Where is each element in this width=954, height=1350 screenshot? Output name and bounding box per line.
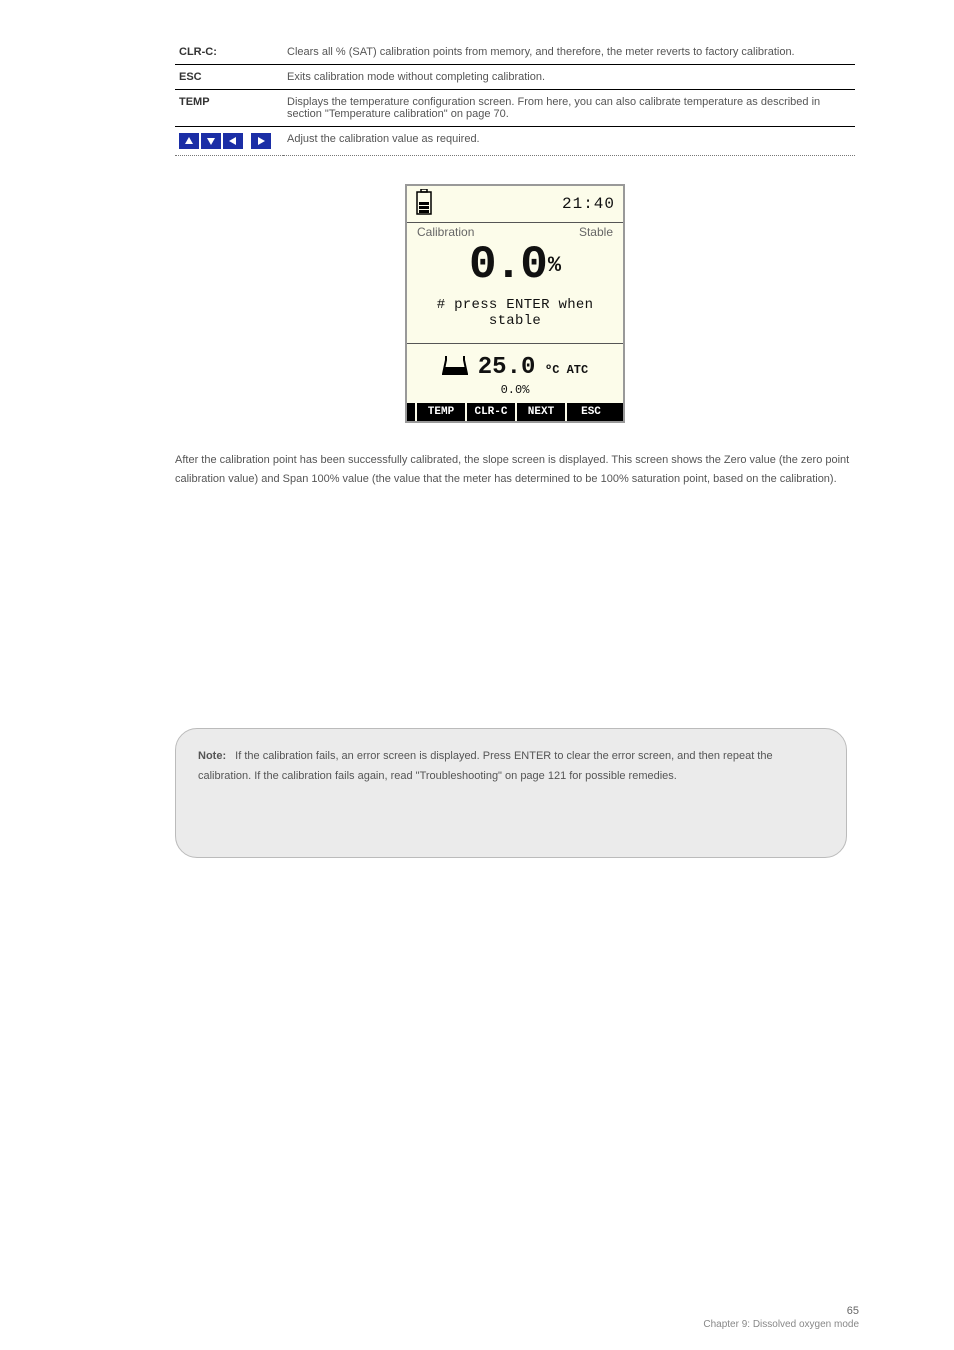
softkey-next[interactable]: NEXT <box>515 403 565 421</box>
desc-esc: Exits calibration mode without completin… <box>283 65 855 90</box>
page-footer: 65 Chapter 9: Dissolved oxygen mode <box>659 1305 859 1330</box>
cal-value: 0.0% <box>407 383 623 403</box>
reading-value: 0.0 <box>469 239 546 291</box>
note-text: If the calibration fails, an error scree… <box>198 750 773 782</box>
beaker-icon <box>442 354 468 381</box>
lcd-display: 21:40 Calibration Stable 0.0% # press EN… <box>405 184 625 423</box>
softkey-esc[interactable]: ESC <box>565 403 615 421</box>
softkey-description-table: CLR-C: Clears all % (SAT) calibration po… <box>175 40 855 156</box>
arrow-right-icon <box>251 133 271 149</box>
post-calibration-text: After the calibration point has been suc… <box>175 451 855 488</box>
note-label: Note: <box>198 750 226 762</box>
softkey-clr-c[interactable]: CLR-C <box>465 403 515 421</box>
reading-unit: % <box>548 253 561 278</box>
clock-time: 21:40 <box>562 195 615 213</box>
temp-value: 25.0 <box>478 354 536 381</box>
temp-unit: ºC ATC <box>545 363 588 377</box>
key-arrows <box>175 127 283 156</box>
arrow-left-icon <box>223 133 243 149</box>
chapter-title: Chapter 9: Dissolved oxygen mode <box>659 1319 859 1330</box>
prompt-text: # press ENTER when stable <box>407 293 623 343</box>
key-esc: ESC <box>175 65 283 90</box>
arrow-down-icon <box>201 133 221 149</box>
battery-icon <box>415 189 433 220</box>
key-clr-c: CLR-C: <box>175 40 283 65</box>
softkey-temp[interactable]: TEMP <box>415 403 465 421</box>
mode-label: Calibration <box>417 225 474 239</box>
desc-arrows: Adjust the calibration value as required… <box>283 127 855 156</box>
softkey-bar: TEMP CLR-C NEXT ESC <box>407 403 623 421</box>
desc-temp: Displays the temperature configuration s… <box>283 90 855 127</box>
arrow-up-icon <box>179 133 199 149</box>
desc-clr-c: Clears all % (SAT) calibration points fr… <box>283 40 855 65</box>
key-temp: TEMP <box>175 90 283 127</box>
page-number: 65 <box>659 1305 859 1317</box>
status-label: Stable <box>579 225 613 239</box>
note-box: Note: If the calibration fails, an error… <box>175 728 847 858</box>
